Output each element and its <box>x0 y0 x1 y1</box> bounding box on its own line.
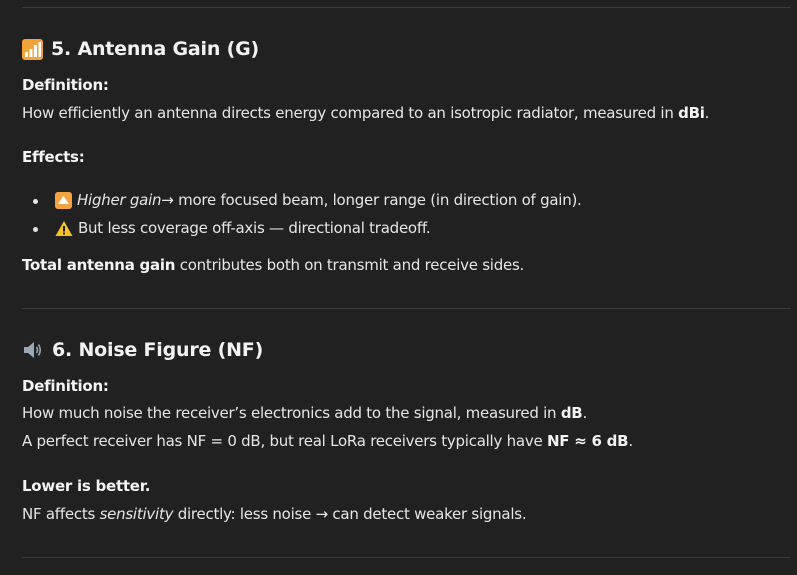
warning-icon <box>55 220 73 237</box>
bullet-dot <box>33 227 38 232</box>
definition-text: How efficiently an antenna directs energ… <box>22 104 709 122</box>
definition-line1-post: . <box>582 404 588 422</box>
section-title: 5. Antenna Gain (G) <box>51 38 259 60</box>
definition-line1-pre: How much noise the receiver’s electronic… <box>22 404 561 422</box>
section-heading-noise-figure: 6. Noise Figure (NF) <box>22 339 263 361</box>
sensitivity-text: NF affects sensitivity directly: less no… <box>22 505 527 523</box>
definition-label: Definition: <box>22 377 109 395</box>
list-item: But less coverage off-axis — directional… <box>55 219 431 237</box>
document-page: 5. Antenna Gain (G) Definition: How effi… <box>0 0 797 575</box>
antenna-bars-icon <box>22 38 43 60</box>
summary-rest: contributes both on transmit and receive… <box>175 256 525 274</box>
speaker-icon <box>22 339 44 361</box>
divider-middle <box>22 308 791 309</box>
effects-label: Effects: <box>22 148 85 166</box>
definition-unit: dB <box>560 404 583 422</box>
bullet-text: → more focused beam, longer range (in di… <box>161 191 582 209</box>
list-item: Higher gain → more focused beam, longer … <box>55 191 582 209</box>
up-arrow-button-icon <box>55 191 72 209</box>
summary-strong: Total antenna gain <box>22 256 176 274</box>
definition-unit: dBi <box>678 104 705 122</box>
definition-text-post: . <box>704 104 710 122</box>
definition-text-pre: How efficiently an antenna directs energ… <box>22 104 679 122</box>
definition-text-2: A perfect receiver has NF = 0 dB, but re… <box>22 432 633 450</box>
sensitivity-emphasis: sensitivity <box>99 505 174 523</box>
bullet-text: But less coverage off-axis — directional… <box>78 219 431 237</box>
definition-text: How much noise the receiver’s electronic… <box>22 404 587 422</box>
definition-line2-post: . <box>628 432 633 450</box>
lower-is-better-label: Lower is better. <box>22 477 151 495</box>
bullet-dot <box>33 199 38 204</box>
summary-text: Total antenna gain contributes both on t… <box>22 256 524 274</box>
sensitivity-post: directly: less noise → can detect weaker… <box>173 505 527 523</box>
section-heading-antenna-gain: 5. Antenna Gain (G) <box>22 38 259 60</box>
divider-bottom <box>22 557 791 558</box>
nf-value: NF ≈ 6 dB <box>546 432 629 450</box>
definition-line2-pre: A perfect receiver has NF = 0 dB, but re… <box>22 432 547 450</box>
bullet-emphasis: Higher gain <box>77 191 162 209</box>
divider-top <box>22 7 791 8</box>
section-title: 6. Noise Figure (NF) <box>52 339 264 361</box>
sensitivity-pre: NF affects <box>22 505 100 523</box>
definition-label: Definition: <box>22 76 109 94</box>
